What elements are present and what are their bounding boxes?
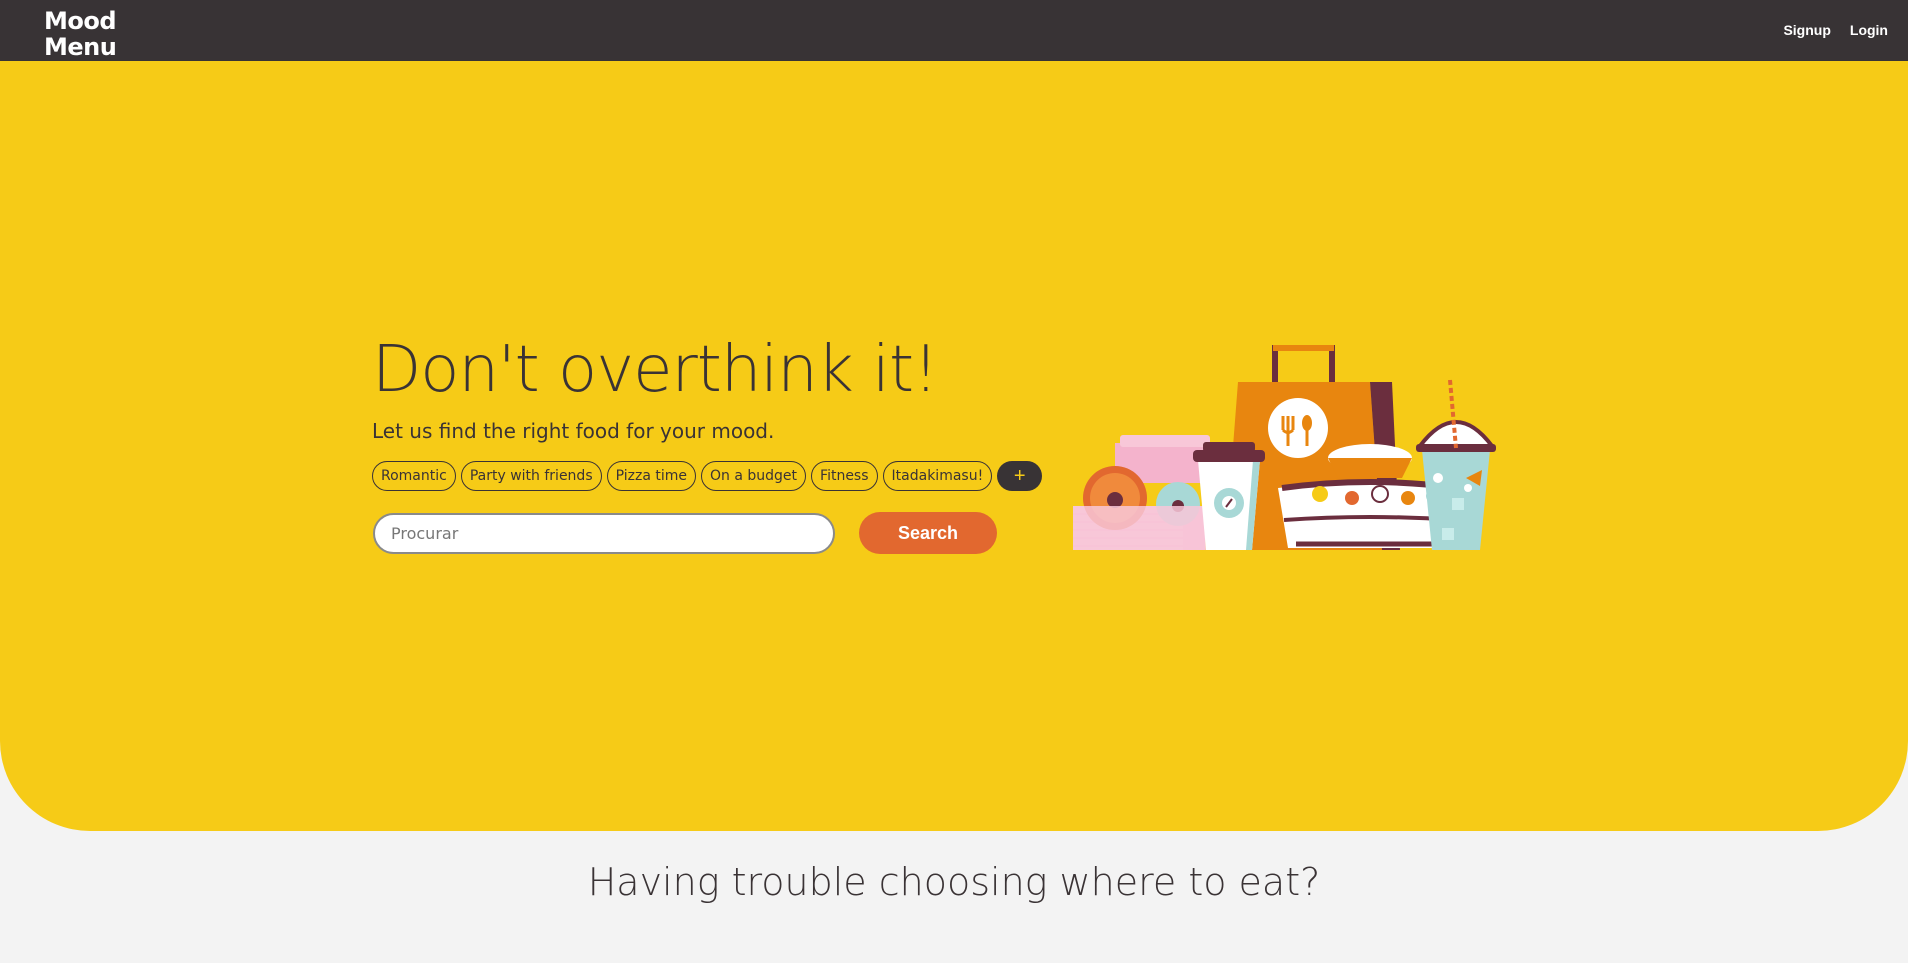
logo-line-1: Mood [44, 7, 117, 35]
navbar: Mood Menu Signup Login [0, 0, 1908, 61]
hero-section [0, 61, 1908, 831]
logo-line-2: Menu [44, 33, 117, 61]
mood-tag[interactable]: Itadakimasu! [882, 461, 993, 491]
plus-icon: + [1013, 464, 1026, 487]
nav-links: Signup Login [1783, 22, 1888, 38]
mood-tags: Romantic Party with friends Pizza time O… [372, 461, 1043, 491]
search-input[interactable] [373, 513, 835, 554]
hero-headline: Don't overthink it! [372, 333, 939, 407]
signup-link[interactable]: Signup [1783, 22, 1830, 38]
mood-tag[interactable]: Party with friends [460, 461, 602, 491]
mood-tag[interactable]: Fitness [811, 461, 878, 491]
mood-tag[interactable]: Pizza time [606, 461, 697, 491]
login-link[interactable]: Login [1850, 22, 1888, 38]
section-title: Having trouble choosing where to eat? [587, 860, 1321, 904]
mood-tag[interactable]: Romantic [372, 461, 456, 491]
hero-subhead: Let us find the right food for your mood… [372, 419, 775, 443]
add-tag-button[interactable]: + [997, 461, 1043, 491]
logo[interactable]: Mood Menu [44, 7, 117, 61]
search-button[interactable]: Search [859, 512, 997, 554]
mood-tag[interactable]: On a budget [701, 461, 807, 491]
food-delivery-illustration [1073, 345, 1497, 550]
